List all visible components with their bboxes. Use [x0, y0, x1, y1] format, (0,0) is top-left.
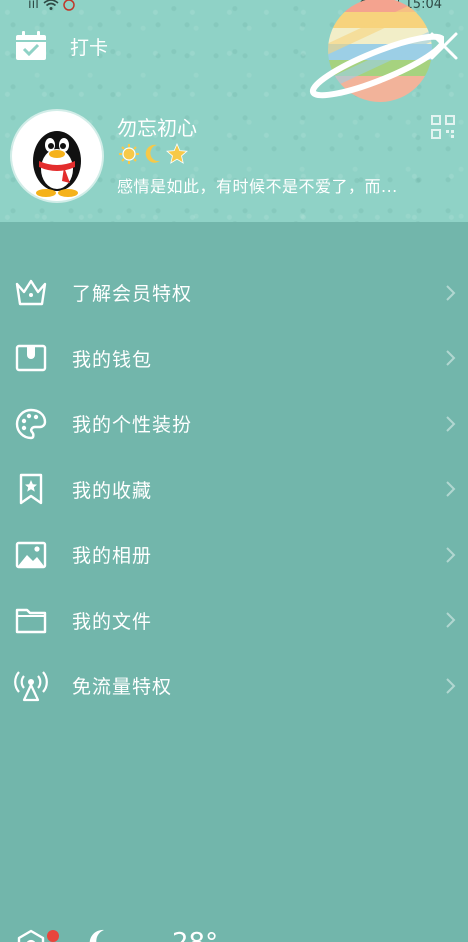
penguin-avatar-icon	[33, 131, 81, 197]
wallet-icon	[15, 345, 47, 372]
chevron-right-icon	[446, 481, 456, 497]
level-badges[interactable]	[118, 143, 188, 165]
close-icon[interactable]	[428, 30, 460, 62]
menu-item-label: 我的收藏	[72, 479, 153, 502]
night-mode-icon[interactable]	[88, 928, 114, 942]
avatar[interactable]	[12, 111, 102, 201]
moon-badge-icon	[145, 144, 160, 163]
status-left: ııl	[28, 0, 75, 12]
checkin-button[interactable]: 打卡	[14, 30, 108, 62]
chevron-right-icon	[446, 678, 456, 694]
planet-decoration-icon	[309, 0, 444, 102]
signal-icon: ııl	[28, 0, 39, 12]
chevron-right-icon	[446, 547, 456, 563]
notification-app-icon	[63, 0, 75, 11]
chevron-right-icon	[446, 350, 456, 366]
wifi-icon	[43, 0, 59, 10]
settings-icon[interactable]	[14, 928, 48, 942]
menu-item-files[interactable]: 我的文件	[0, 588, 468, 654]
checkin-label: 打卡	[70, 36, 109, 59]
username[interactable]: 勿忘初心	[117, 112, 197, 141]
menu-item-label: 我的相册	[72, 545, 153, 568]
menu-item-album[interactable]: 我的相册	[0, 522, 468, 588]
photo-icon	[15, 541, 47, 568]
palette-icon	[15, 408, 47, 439]
menu-item-personalize[interactable]: 我的个性装扮	[0, 391, 468, 457]
folder-icon	[15, 609, 47, 634]
menu-item-label: 免流量特权	[72, 676, 173, 699]
chevron-right-icon	[446, 612, 456, 628]
weather-temperature[interactable]: 28°	[172, 928, 218, 942]
menu-item-free-data[interactable]: 免流量特权	[0, 653, 468, 719]
menu-item-membership[interactable]: 了解会员特权	[0, 260, 468, 326]
signature-text[interactable]: 感情是如此，有时候不是不爱了，而...	[117, 173, 398, 197]
menu-item-label: 我的钱包	[72, 348, 153, 371]
chevron-right-icon	[446, 285, 456, 301]
menu-item-wallet[interactable]: 我的钱包	[0, 326, 468, 392]
antenna-icon	[14, 671, 48, 701]
sun-badge-icon	[119, 144, 139, 164]
menu-item-label: 我的文件	[72, 610, 153, 633]
drawer-menu: 了解会员特权 我的钱包 我的个性装扮 我的收藏 我的相册 我的文件 免流量特权	[0, 260, 468, 719]
menu-item-label: 我的个性装扮	[72, 414, 193, 437]
bottom-bar: 28°	[0, 918, 468, 942]
notification-dot	[47, 930, 59, 942]
crown-icon	[15, 279, 47, 305]
star-badge-icon	[166, 143, 188, 164]
chevron-right-icon	[446, 416, 456, 432]
profile-header: ııl 63 15:04 打卡	[0, 0, 468, 222]
menu-item-favorites[interactable]: 我的收藏	[0, 457, 468, 523]
calendar-check-icon	[16, 31, 46, 60]
menu-item-label: 了解会员特权	[72, 283, 193, 306]
bookmark-star-icon	[19, 474, 43, 505]
qr-code-icon[interactable]	[430, 114, 456, 140]
